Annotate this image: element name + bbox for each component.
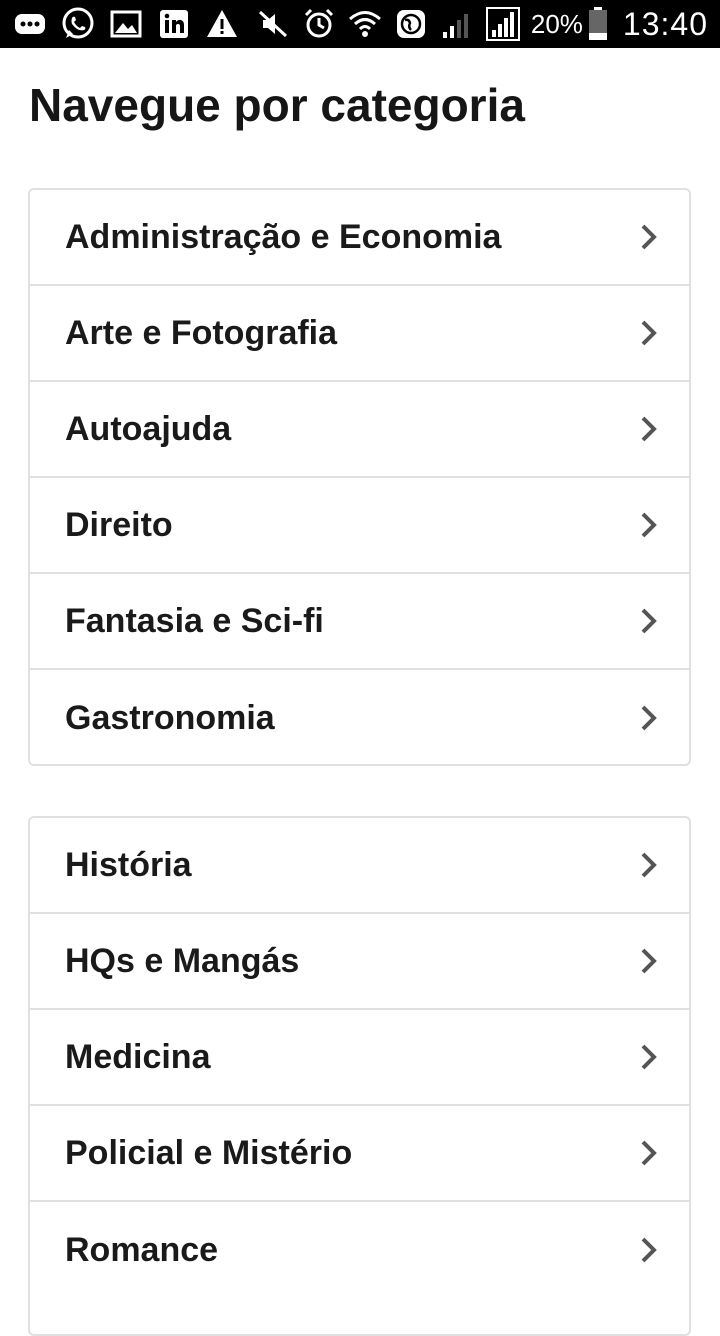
category-label: Autoajuda: [65, 409, 232, 448]
category-item-direito[interactable]: Direito: [30, 478, 689, 574]
chevron-right-icon: [639, 1139, 659, 1167]
category-label: Gastronomia: [65, 698, 275, 737]
chat-bubble-icon: [12, 6, 48, 42]
chevron-right-icon: [639, 511, 659, 539]
category-group-2: História HQs e Mangás Medicina Policial …: [28, 816, 691, 1336]
signal-weak-icon: [439, 6, 475, 42]
category-label: Medicina: [65, 1037, 211, 1076]
wifi-icon: [347, 6, 383, 42]
category-label: História: [65, 845, 192, 884]
battery-percent: 20%: [530, 8, 583, 39]
category-item-fantasia-e-sci-fi[interactable]: Fantasia e Sci-fi: [30, 574, 689, 670]
chevron-right-icon: [639, 415, 659, 443]
category-label: HQs e Mangás: [65, 941, 300, 980]
chevron-right-icon: [639, 704, 659, 732]
chevron-right-icon: [639, 607, 659, 635]
category-item-hqs-e-mangas[interactable]: HQs e Mangás: [30, 914, 689, 1010]
chevron-right-icon: [639, 947, 659, 975]
mute-icon: [255, 6, 291, 42]
category-label: Direito: [65, 505, 173, 544]
linkedin-icon: [156, 6, 192, 42]
gallery-icon: [108, 6, 144, 42]
category-label: Administração e Economia: [65, 217, 502, 256]
warning-icon: [204, 6, 240, 42]
chevron-right-icon: [639, 1236, 659, 1264]
category-item-administracao-e-economia[interactable]: Administração e Economia: [30, 190, 689, 286]
chevron-right-icon: [639, 1043, 659, 1071]
vpn-globe-icon: [393, 6, 429, 42]
category-item-arte-e-fotografia[interactable]: Arte e Fotografia: [30, 286, 689, 382]
category-label: Policial e Mistério: [65, 1133, 353, 1172]
category-item-gastronomia[interactable]: Gastronomia: [30, 670, 689, 766]
alarm-icon: [301, 6, 337, 42]
whatsapp-icon: [60, 6, 96, 42]
clock: 13:40: [622, 5, 708, 42]
category-item-autoajuda[interactable]: Autoajuda: [30, 382, 689, 478]
chevron-right-icon: [639, 851, 659, 879]
status-bar-notifications: [12, 0, 252, 48]
category-label: Arte e Fotografia: [65, 313, 338, 352]
category-item-medicina[interactable]: Medicina: [30, 1010, 689, 1106]
chevron-right-icon: [639, 319, 659, 347]
category-label: Romance: [65, 1230, 219, 1269]
category-item-policial-e-misterio[interactable]: Policial e Mistério: [30, 1106, 689, 1202]
chevron-right-icon: [639, 223, 659, 251]
category-label: Fantasia e Sci-fi: [65, 601, 324, 640]
category-item-historia[interactable]: História: [30, 818, 689, 914]
status-bar-system: 20% 13:40: [255, 0, 708, 48]
page-title: Navegue por categoria: [29, 79, 525, 131]
signal-full-icon: [485, 6, 521, 42]
battery-icon: [587, 6, 609, 42]
status-bar: 20% 13:40: [0, 0, 720, 48]
category-group-1: Administração e Economia Arte e Fotograf…: [28, 188, 691, 766]
category-item-romance[interactable]: Romance: [30, 1202, 689, 1298]
